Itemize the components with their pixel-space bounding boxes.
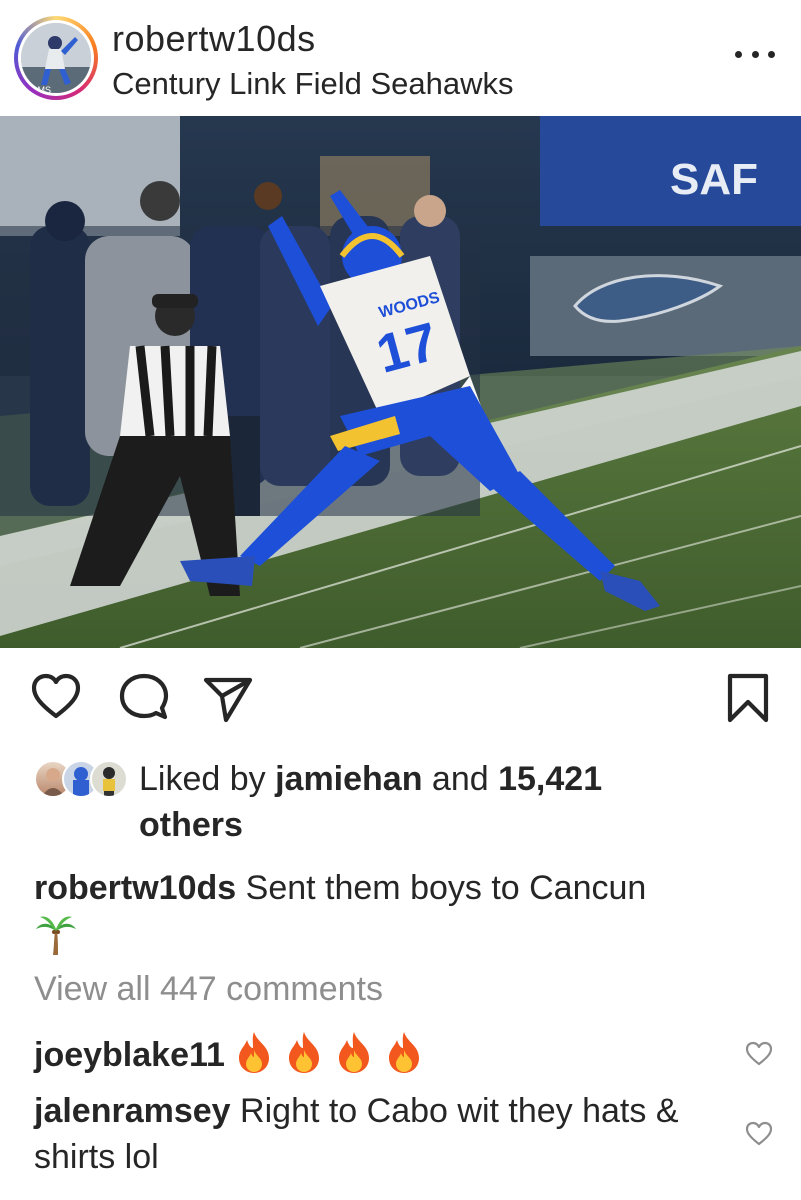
likes-others[interactable]: others xyxy=(139,806,243,844)
likes-prefix: Liked by xyxy=(139,760,276,798)
liker-avatar xyxy=(90,760,128,798)
more-options-icon[interactable] xyxy=(735,44,775,64)
liker-avatars[interactable] xyxy=(34,760,128,800)
fire-emoji-icon xyxy=(288,1032,319,1073)
action-bar xyxy=(0,672,801,728)
post-photo[interactable]: SAF WOODS 17 xyxy=(0,116,801,648)
liker-username[interactable]: jamiehan xyxy=(275,760,422,798)
svg-text:RAMS: RAMS xyxy=(25,85,51,93)
heart-icon[interactable] xyxy=(30,672,82,724)
comment-row: jalenramsey Right to Cabo wit they hats … xyxy=(34,1088,734,1180)
fire-emoji-icon xyxy=(388,1032,419,1073)
likes-count[interactable]: 15,421 xyxy=(498,760,602,798)
comment-username[interactable]: jalenramsey xyxy=(34,1092,231,1130)
post-caption: robertw10ds Sent them boys to Cancun xyxy=(34,865,774,957)
likes-middle: and xyxy=(422,760,499,798)
bookmark-icon[interactable] xyxy=(722,672,774,724)
avatar-photo: RAMS xyxy=(21,23,91,93)
football xyxy=(254,182,282,210)
post-location[interactable]: Century Link Field Seahawks xyxy=(112,66,513,102)
fire-emoji-row xyxy=(225,1032,425,1074)
fire-emoji-icon xyxy=(338,1032,369,1073)
post-header: RAMS robertw10ds Century Link Field Seah… xyxy=(0,0,801,116)
comment-username[interactable]: joeyblake11 xyxy=(34,1036,225,1074)
post-username[interactable]: robertw10ds xyxy=(112,18,316,60)
comment-like-heart-icon[interactable] xyxy=(745,1040,773,1068)
comment-row: joeyblake11 xyxy=(34,1030,734,1078)
football-catch-photo: SAF WOODS 17 xyxy=(0,116,801,648)
palm-tree-icon xyxy=(36,916,76,955)
caption-username[interactable]: robertw10ds xyxy=(34,869,236,907)
caption-text: Sent them boys to Cancun xyxy=(245,869,647,907)
fire-emoji-icon xyxy=(238,1032,269,1073)
comment-like-heart-icon[interactable] xyxy=(745,1120,773,1148)
profile-avatar[interactable]: RAMS xyxy=(14,16,98,100)
comment-icon[interactable] xyxy=(118,672,170,724)
stadium-sign-text: SAF xyxy=(670,155,758,204)
likes-text: Liked by jamiehan and 15,421 others xyxy=(139,756,699,848)
share-icon[interactable] xyxy=(202,672,254,724)
view-all-comments-link[interactable]: View all 447 comments xyxy=(34,970,383,1009)
